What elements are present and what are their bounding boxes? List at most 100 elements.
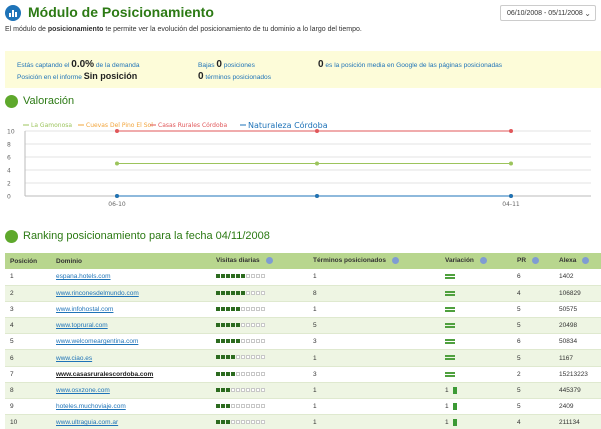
cell-visits	[211, 317, 308, 335]
help-icon[interactable]	[582, 257, 590, 265]
report-position-label: Posición en el informe	[17, 74, 84, 81]
col-visitas: Visitas diarias	[211, 253, 308, 269]
help-icon[interactable]	[265, 257, 273, 265]
cell-alexa: 211134	[554, 414, 601, 429]
cell-position: 6	[5, 349, 51, 367]
cell-terms: 1	[308, 349, 440, 367]
demand-share-suffix: de la demanda	[94, 62, 140, 69]
cell-position: 3	[5, 301, 51, 319]
cell-visits	[211, 285, 308, 302]
cell-alexa: 445379	[554, 382, 601, 400]
cell-terms: 1	[308, 382, 440, 400]
desc-text-pre: El módulo de	[5, 26, 48, 33]
table-row: 6 www.ciao.es 1 5 1167	[5, 349, 601, 367]
visits-meter	[216, 290, 266, 297]
domain-link[interactable]: www.osxzone.com	[56, 387, 110, 394]
data-point	[509, 194, 513, 198]
summary-panel: Estás captando el 0.0% de la demanda Pos…	[5, 51, 601, 88]
cell-domain: espana.hotels.com	[51, 269, 211, 286]
cell-position: 9	[5, 398, 51, 416]
cell-variation	[440, 349, 512, 367]
cell-alexa: 1402	[554, 269, 601, 286]
demand-share-label: Estás captando el	[17, 62, 72, 69]
y-tick-label: 4	[7, 168, 11, 175]
domain-link[interactable]: www.ciao.es	[56, 355, 92, 362]
domain-link[interactable]: www.rinconesdelmundo.com	[56, 290, 139, 297]
arrow-up-icon	[452, 419, 457, 427]
col-variacion-label: Variación	[445, 257, 474, 265]
table-row: 10 www.ultraguia.com.ar 1 1 4 211134	[5, 414, 601, 429]
domain-link[interactable]: www.ultraguia.com.ar	[56, 419, 118, 426]
visits-meter	[216, 354, 266, 361]
cell-position: 7	[5, 366, 51, 383]
visits-meter	[216, 419, 266, 426]
col-terminos-label: Términos posicionados	[313, 257, 386, 265]
cell-visits	[211, 382, 308, 400]
cell-terms: 1	[308, 398, 440, 416]
data-point	[115, 129, 119, 133]
cell-variation	[440, 269, 512, 286]
help-icon[interactable]	[532, 257, 540, 265]
variation-value: 1	[445, 403, 449, 411]
cell-terms: 8	[308, 285, 440, 302]
visits-meter	[216, 306, 266, 313]
report-position-value: Sin posición	[83, 71, 138, 81]
domain-link[interactable]: www.toprural.com	[56, 322, 108, 329]
cell-variation	[440, 285, 512, 302]
domain-link[interactable]: www.casasruralescordoba.com	[56, 371, 153, 378]
arrow-up-icon	[452, 402, 457, 410]
cell-position: 8	[5, 382, 51, 400]
data-point	[115, 194, 119, 198]
domain-link[interactable]: espana.hotels.com	[56, 273, 111, 280]
visits-meter	[216, 338, 266, 345]
legend-label: Naturaleza Córdoba	[248, 120, 328, 130]
domain-link[interactable]: www.welcomeargentina.com	[56, 338, 138, 345]
info-icon	[5, 230, 18, 243]
cell-alexa: 1167	[554, 349, 601, 367]
legend-label: Casas Rurales Córdoba	[158, 122, 227, 129]
cell-visits	[211, 349, 308, 367]
data-point	[115, 161, 119, 166]
ranked-terms-label: términos posicionados	[203, 74, 272, 81]
equal-icon	[445, 339, 455, 345]
page-header: Módulo de Posicionamiento El módulo de p…	[0, 0, 601, 40]
report-position: Posición en el informe Sin posición	[17, 71, 137, 81]
drops-label: Bajas	[198, 62, 217, 69]
date-range-select[interactable]: 06/10/2008 - 05/11/2008 ⌄	[500, 5, 596, 21]
ranking-table: Posición Dominio Visitas diarias Término…	[5, 253, 601, 429]
table-row: 3 www.infohostal.com 1 5 50575	[5, 301, 601, 319]
cell-visits	[211, 366, 308, 383]
cell-domain: hoteles.muchoviaje.com	[51, 398, 211, 416]
help-icon[interactable]	[479, 257, 487, 265]
cell-visits	[211, 414, 308, 429]
x-tick-label: 06-10	[108, 201, 126, 208]
data-point	[315, 194, 319, 198]
cell-variation	[440, 301, 512, 319]
cell-pr: 5	[512, 398, 554, 416]
visits-meter	[216, 273, 266, 280]
cell-terms: 1	[308, 269, 440, 286]
drops-unit: posiciones	[221, 62, 255, 69]
col-visitas-label: Visitas diarias	[216, 257, 260, 265]
line-chart: 10 8 6 4 2 0 06-10 04-11 La Gamonosa Cuevas Del P…	[7, 120, 591, 208]
cell-position: 5	[5, 333, 51, 351]
equal-icon	[445, 306, 455, 312]
chevron-down-icon: ⌄	[584, 9, 591, 18]
col-terminos: Términos posicionados	[308, 253, 440, 269]
col-alexa: Alexa	[554, 253, 601, 269]
cell-variation: 1	[440, 382, 512, 400]
col-alexa-label: Alexa	[559, 257, 577, 265]
cell-domain: www.ultraguia.com.ar	[51, 414, 211, 429]
variation-value: 1	[445, 387, 449, 395]
page-description: El módulo de posicionamiento te permite …	[5, 26, 362, 33]
domain-link[interactable]: hoteles.muchoviaje.com	[56, 403, 126, 410]
cell-variation: 1	[440, 398, 512, 416]
help-icon[interactable]	[391, 257, 399, 265]
cell-alexa: 15213223	[554, 366, 601, 383]
cell-variation	[440, 333, 512, 351]
table-row: 7 www.casasruralescordoba.com 3 2 15213223	[5, 366, 601, 383]
legend-label: La Gamonosa	[31, 122, 72, 129]
domain-link[interactable]: www.infohostal.com	[56, 306, 113, 313]
cell-terms: 5	[308, 317, 440, 335]
desc-text-bold: posicionamiento	[47, 26, 104, 33]
